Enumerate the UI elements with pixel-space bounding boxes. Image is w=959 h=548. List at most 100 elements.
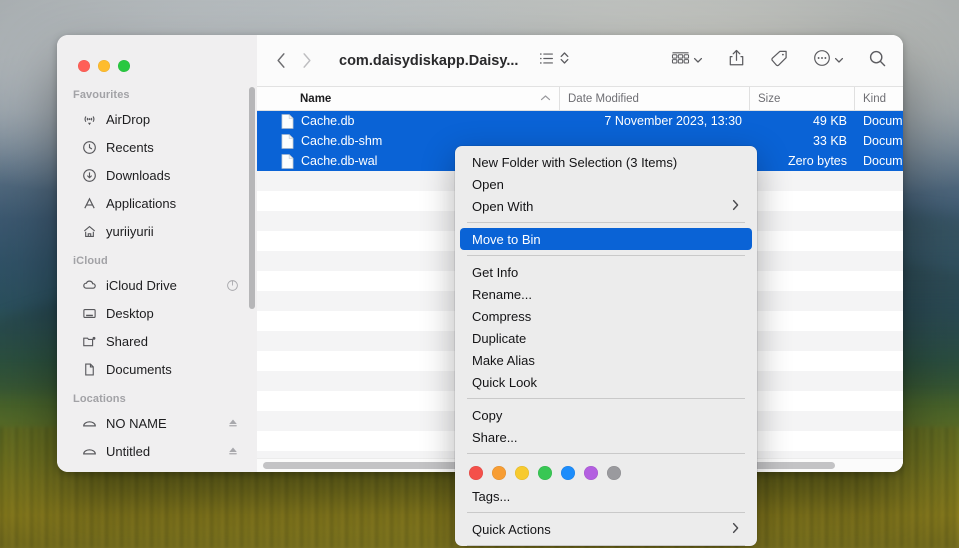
minimise-button[interactable] bbox=[98, 60, 110, 72]
updown-chevron-icon[interactable] bbox=[559, 50, 570, 71]
more-actions-button[interactable] bbox=[811, 47, 846, 74]
menu-item-copy[interactable]: Copy bbox=[460, 404, 752, 426]
cloud-icon bbox=[81, 277, 98, 294]
menu-item-make-alias[interactable]: Make Alias bbox=[460, 349, 752, 371]
file-kind-cell: Docum bbox=[863, 154, 903, 168]
menu-item-label: Rename... bbox=[472, 286, 532, 302]
ellipsis-circle-icon bbox=[813, 49, 831, 72]
document-file-icon bbox=[281, 153, 294, 169]
forward-button[interactable] bbox=[301, 51, 313, 70]
table-row[interactable]: Cache.db 7 November 2023, 13:30 49 KB Do… bbox=[257, 111, 903, 131]
chevron-up-icon bbox=[540, 94, 551, 104]
eject-icon[interactable] bbox=[227, 445, 239, 457]
list-view-icon[interactable] bbox=[538, 50, 555, 72]
chevron-down-icon bbox=[834, 52, 844, 70]
file-name: Cache.db-shm bbox=[301, 134, 383, 148]
menu-item-quick-look[interactable]: Quick Look bbox=[460, 371, 752, 393]
menu-item-new-folder-with-selection[interactable]: New Folder with Selection (3 Items) bbox=[460, 151, 752, 173]
column-header-label: Name bbox=[300, 92, 332, 105]
column-header-size[interactable]: Size bbox=[750, 87, 855, 110]
sidebar-item-icloud-drive[interactable]: iCloud Drive bbox=[65, 271, 249, 299]
sidebar-item-label: Documents bbox=[106, 361, 172, 377]
close-button[interactable] bbox=[78, 60, 90, 72]
column-header-label: Date Modified bbox=[568, 92, 639, 105]
column-header-date-modified[interactable]: Date Modified bbox=[560, 87, 750, 110]
zoom-button[interactable] bbox=[118, 60, 130, 72]
clock-icon bbox=[81, 139, 98, 156]
menu-item-label: New Folder with Selection (3 Items) bbox=[472, 154, 678, 170]
finder-toolbar: com.daisydiskapp.Daisy... bbox=[257, 35, 903, 87]
menu-item-open[interactable]: Open bbox=[460, 173, 752, 195]
sidebar-item-desktop[interactable]: Desktop bbox=[65, 299, 249, 327]
menu-item-share[interactable]: Share... bbox=[460, 426, 752, 448]
submenu-chevron-icon bbox=[731, 199, 740, 214]
sidebar-scrollbar[interactable] bbox=[249, 87, 255, 309]
sidebar-item-applications[interactable]: Applications bbox=[65, 189, 249, 217]
toolbar-actions bbox=[669, 46, 889, 75]
group-by-button[interactable] bbox=[669, 48, 705, 74]
sidebar-item-airdrop[interactable]: AirDrop bbox=[65, 105, 249, 133]
share-icon bbox=[727, 48, 746, 73]
green-tag[interactable] bbox=[538, 466, 552, 480]
menu-item-label: Compress bbox=[472, 308, 532, 324]
home-icon bbox=[81, 223, 98, 240]
menu-item-tags[interactable]: Tags... bbox=[460, 485, 752, 507]
drive-icon bbox=[81, 415, 98, 432]
share-button[interactable] bbox=[725, 46, 748, 75]
menu-item-label: Open bbox=[472, 176, 504, 192]
document-icon bbox=[81, 361, 98, 378]
menu-separator bbox=[467, 512, 745, 513]
search-icon bbox=[868, 49, 887, 73]
grey-tag[interactable] bbox=[607, 466, 621, 480]
menu-item-rename[interactable]: Rename... bbox=[460, 283, 752, 305]
sidebar-section-locations-title: Locations bbox=[73, 393, 126, 405]
group-by-icon bbox=[671, 50, 690, 72]
file-name-cell: Cache.db bbox=[257, 113, 560, 129]
eject-icon[interactable] bbox=[227, 417, 239, 429]
menu-item-quick-actions[interactable]: Quick Actions bbox=[460, 518, 752, 540]
menu-item-compress[interactable]: Compress bbox=[460, 305, 752, 327]
file-date-cell: 7 November 2023, 13:30 bbox=[604, 114, 742, 128]
sidebar-item-label: Untitled bbox=[106, 443, 151, 459]
sync-progress-icon[interactable] bbox=[226, 279, 239, 292]
file-kind-cell: Docum bbox=[863, 134, 903, 148]
view-options-control[interactable] bbox=[538, 50, 570, 72]
column-header-label: Size bbox=[758, 92, 781, 105]
menu-separator bbox=[467, 222, 745, 223]
yellow-tag[interactable] bbox=[515, 466, 529, 480]
menu-item-label: Quick Actions bbox=[472, 521, 551, 537]
search-button[interactable] bbox=[866, 47, 889, 75]
blue-tag[interactable] bbox=[561, 466, 575, 480]
menu-item-label: Copy bbox=[472, 407, 503, 423]
menu-item-label: Quick Look bbox=[472, 374, 538, 390]
sidebar-item-no-name[interactable]: NO NAME bbox=[65, 409, 249, 437]
menu-item-get-info[interactable]: Get Info bbox=[460, 261, 752, 283]
menu-separator bbox=[467, 545, 745, 546]
menu-separator bbox=[467, 398, 745, 399]
back-button[interactable] bbox=[275, 51, 287, 70]
column-header-kind[interactable]: Kind bbox=[855, 87, 903, 110]
purple-tag[interactable] bbox=[584, 466, 598, 480]
menu-item-duplicate[interactable]: Duplicate bbox=[460, 327, 752, 349]
sidebar-item-downloads[interactable]: Downloads bbox=[65, 161, 249, 189]
red-tag[interactable] bbox=[469, 466, 483, 480]
sidebar-item-label: yuriiyurii bbox=[106, 223, 154, 239]
tag-button[interactable] bbox=[768, 47, 791, 75]
menu-item-open-with[interactable]: Open With bbox=[460, 195, 752, 217]
sidebar-item-recents[interactable]: Recents bbox=[65, 133, 249, 161]
column-header-name[interactable]: Name bbox=[257, 87, 560, 110]
orange-tag[interactable] bbox=[492, 466, 506, 480]
menu-item-label: Open With bbox=[472, 198, 534, 214]
document-file-icon bbox=[281, 133, 294, 149]
sidebar-item-untitled[interactable]: Untitled bbox=[65, 437, 249, 465]
submenu-chevron-icon bbox=[731, 522, 740, 537]
sidebar-item-documents[interactable]: Documents bbox=[65, 355, 249, 383]
menu-item-label: Share... bbox=[472, 429, 518, 445]
chevron-down-icon bbox=[693, 52, 703, 70]
sidebar-item-label: Shared bbox=[106, 333, 148, 349]
desktop-icon bbox=[81, 305, 98, 322]
sidebar-item-home[interactable]: yuriiyurii bbox=[65, 217, 249, 245]
document-file-icon bbox=[281, 113, 294, 129]
sidebar-item-shared[interactable]: Shared bbox=[65, 327, 249, 355]
menu-item-move-to-bin[interactable]: Move to Bin bbox=[460, 228, 752, 250]
